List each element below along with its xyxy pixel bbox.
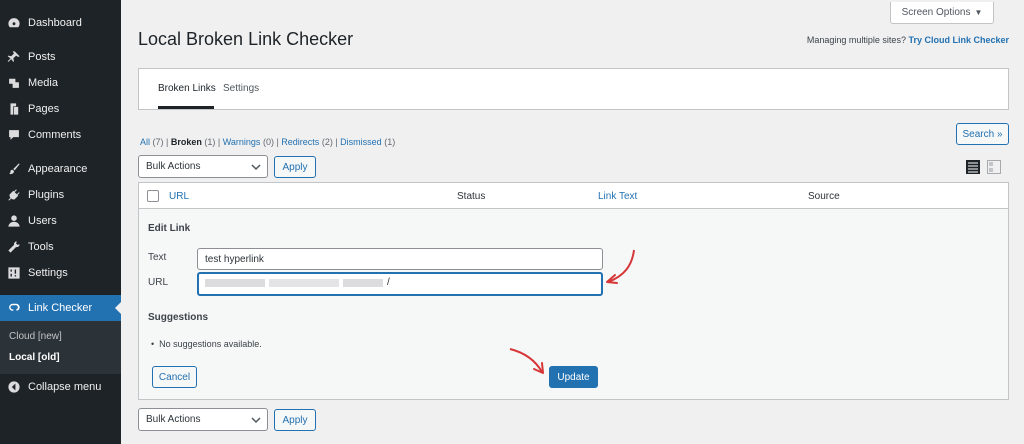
column-url[interactable]: URL xyxy=(169,191,189,202)
sidebar-item-label: Dashboard xyxy=(28,17,82,29)
sidebar-item-tools[interactable]: Tools xyxy=(0,234,121,260)
dashboard-icon xyxy=(7,16,21,30)
sidebar-item-label: Link Checker xyxy=(28,302,93,314)
redacted-url-segment xyxy=(269,279,339,287)
filter-warnings-count: (0) xyxy=(262,137,274,147)
submenu-item-cloud[interactable]: Cloud [new] xyxy=(9,331,62,342)
sidebar-item-label: Pages xyxy=(28,103,60,115)
managing-notice: Managing multiple sites? Try Cloud Link … xyxy=(807,35,1009,45)
page-title: Local Broken Link Checker xyxy=(138,29,354,49)
suggestions-title: Suggestions xyxy=(148,312,209,323)
apply-button-top[interactable]: Apply xyxy=(274,156,316,178)
chevron-down-icon xyxy=(251,417,261,424)
sidebar-item-plugins[interactable]: Plugins xyxy=(0,182,121,208)
cloud-link-checker-link[interactable]: Try Cloud Link Checker xyxy=(908,35,1009,45)
filter-broken-count: (1) xyxy=(204,137,216,147)
collapse-icon xyxy=(7,380,21,394)
collapse-menu-button[interactable]: Collapse menu xyxy=(0,374,121,400)
excerpt-view-icon[interactable] xyxy=(987,160,1001,177)
filter-dismissed[interactable]: Dismissed xyxy=(340,137,382,147)
media-icon xyxy=(7,76,21,90)
filter-redirects-count: (2) xyxy=(321,137,333,147)
link-checker-submenu: Cloud [new] Local [old] xyxy=(0,321,121,374)
link-checker-icon xyxy=(7,301,21,315)
sidebar-item-media[interactable]: Media xyxy=(0,70,121,96)
admin-sidebar: Dashboard Posts Media Pages Comments App… xyxy=(0,0,121,444)
comment-icon xyxy=(7,128,21,142)
sidebar-item-label: Plugins xyxy=(28,189,65,201)
sidebar-item-label: Comments xyxy=(28,129,82,141)
sidebar-item-label: Media xyxy=(28,77,58,89)
sidebar-item-users[interactable]: Users xyxy=(0,208,121,234)
select-all-checkbox[interactable] xyxy=(147,190,159,202)
sidebar-item-posts[interactable]: Posts xyxy=(0,44,121,70)
managing-text: Managing multiple sites? xyxy=(806,35,906,45)
sidebar-item-comments[interactable]: Comments xyxy=(0,122,121,148)
filter-dismissed-count: (1) xyxy=(384,137,396,147)
screen-options-button[interactable]: Screen Options ▼ xyxy=(890,2,994,24)
filter-all-count: (7) xyxy=(152,137,164,147)
cancel-button[interactable]: Cancel xyxy=(152,366,197,388)
chevron-down-icon xyxy=(251,164,261,171)
sidebar-item-settings[interactable]: Settings xyxy=(0,260,121,286)
submenu-item-local[interactable]: Local [old] xyxy=(9,352,60,363)
bulk-actions-value: Bulk Actions xyxy=(146,414,201,425)
brush-icon xyxy=(7,162,21,176)
column-link-text[interactable]: Link Text xyxy=(598,191,637,202)
tab-settings[interactable]: Settings xyxy=(223,83,259,94)
suggestion-empty-text: No suggestions available. xyxy=(159,339,262,349)
filter-all[interactable]: All xyxy=(140,137,150,147)
caret-down-icon: ▼ xyxy=(974,8,983,17)
column-source: Source xyxy=(808,191,840,202)
sidebar-item-dashboard[interactable]: Dashboard xyxy=(0,10,121,36)
link-url-input[interactable]: / xyxy=(197,272,603,296)
sidebar-item-label: Settings xyxy=(28,267,68,279)
status-filters: All (7) | Broken (1) | Warnings (0) | Re… xyxy=(140,137,396,147)
user-icon xyxy=(7,214,21,228)
settings-icon xyxy=(7,266,21,280)
link-text-value: test hyperlink xyxy=(205,253,264,265)
pin-icon xyxy=(7,50,21,64)
table-header: URL Status Link Text Source xyxy=(139,183,1008,209)
collapse-menu-label: Collapse menu xyxy=(28,381,102,393)
sidebar-item-appearance[interactable]: Appearance xyxy=(0,156,121,182)
redacted-url-segment xyxy=(343,279,383,287)
sidebar-item-label: Appearance xyxy=(28,163,88,175)
link-text-input[interactable]: test hyperlink xyxy=(197,248,603,270)
url-label: URL xyxy=(148,277,169,288)
sidebar-item-pages[interactable]: Pages xyxy=(0,96,121,122)
tab-broken-links[interactable]: Broken Links xyxy=(158,83,216,94)
search-button[interactable]: Search » xyxy=(956,123,1009,145)
sidebar-item-label: Tools xyxy=(28,241,54,253)
bulk-actions-select-bottom[interactable]: Bulk Actions xyxy=(138,408,268,431)
tabs-panel: Broken Links Settings xyxy=(138,68,1009,110)
column-status: Status xyxy=(457,191,486,202)
bulk-actions-select-top[interactable]: Bulk Actions xyxy=(138,155,268,178)
update-button[interactable]: Update xyxy=(549,366,598,388)
filter-warnings[interactable]: Warnings xyxy=(223,137,261,147)
screen-options-label: Screen Options xyxy=(901,7,971,18)
sidebar-item-link-checker[interactable]: Link Checker xyxy=(0,295,121,321)
plug-icon xyxy=(7,188,21,202)
active-tab-indicator xyxy=(158,106,214,109)
redacted-url-segment xyxy=(205,279,265,287)
edit-link-title: Edit Link xyxy=(148,223,191,234)
filter-broken[interactable]: Broken xyxy=(171,137,202,147)
text-label: Text xyxy=(148,252,167,263)
suggestion-empty-item: • No suggestions available. xyxy=(151,339,262,349)
pages-icon xyxy=(7,102,21,116)
sidebar-item-label: Users xyxy=(28,215,57,227)
url-suffix: / xyxy=(387,277,390,288)
filter-redirects[interactable]: Redirects xyxy=(281,137,319,147)
active-menu-pointer xyxy=(115,302,121,314)
wrench-icon xyxy=(7,240,21,254)
bulk-actions-value: Bulk Actions xyxy=(146,161,201,172)
links-table: URL Status Link Text Source Edit Link Te… xyxy=(138,182,1009,400)
list-view-icon[interactable] xyxy=(966,160,980,177)
apply-button-bottom[interactable]: Apply xyxy=(274,409,316,431)
sidebar-item-label: Posts xyxy=(28,51,56,63)
